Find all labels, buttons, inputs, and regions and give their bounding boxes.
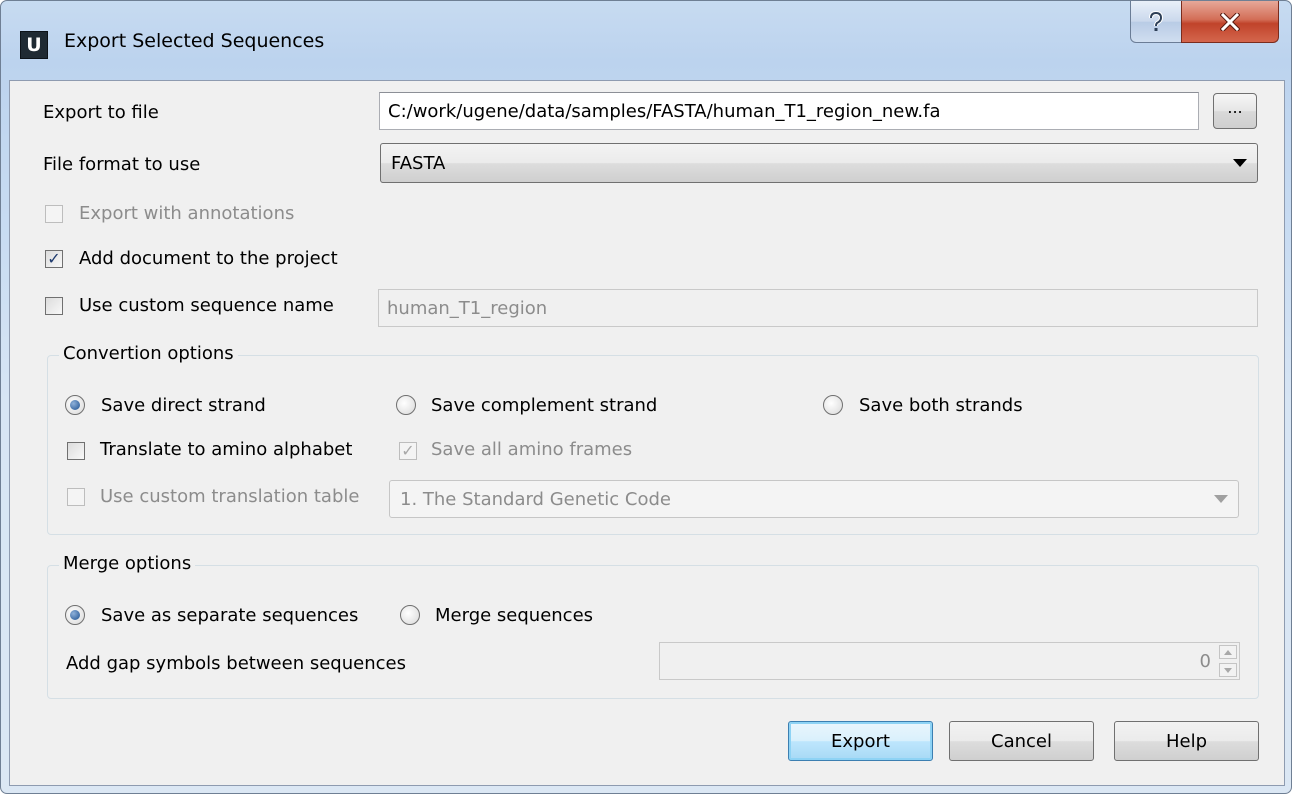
file-format-select[interactable]: FASTA [380, 143, 1258, 183]
export-button-label: Export [831, 730, 890, 752]
browse-file-button[interactable]: ... [1213, 93, 1257, 129]
export-to-file-label: Export to file [43, 102, 159, 123]
dialog-body: Export to file C:/work/ugene/data/sample… [9, 80, 1285, 786]
merge-sequences-label: Merge sequences [435, 605, 594, 626]
separate-sequences-radio[interactable] [65, 605, 85, 625]
custom-translation-table-label: Use custom translation table [100, 486, 360, 507]
translation-table-select[interactable]: 1. The Standard Genetic Code [389, 480, 1239, 518]
complement-strand-label: Save complement strand [431, 395, 658, 416]
custom-name-input[interactable]: human_T1_region [378, 289, 1258, 327]
gap-symbols-spinbox[interactable]: 0 [659, 642, 1240, 680]
radio-selected-dot [70, 610, 80, 620]
close-x-icon [1220, 12, 1240, 31]
add-to-project-checkbox[interactable]: ✓ [45, 250, 63, 268]
all-amino-frames-checkbox[interactable]: ✓ [399, 442, 417, 460]
add-to-project-label: Add document to the project [79, 248, 338, 269]
help-button[interactable]: Help [1114, 721, 1259, 761]
export-annotations-label: Export with annotations [79, 203, 295, 224]
question-mark-icon [1149, 10, 1164, 31]
title-help-button[interactable] [1130, 1, 1182, 43]
help-button-label: Help [1165, 730, 1208, 752]
title-close-button[interactable] [1181, 1, 1279, 43]
export-file-path-input[interactable]: C:/work/ugene/data/samples/FASTA/human_T… [379, 92, 1199, 130]
window-title: Export Selected Sequences [64, 30, 325, 52]
merge-options-title: Merge options [59, 553, 196, 574]
chevron-down-icon [1233, 159, 1247, 167]
both-strands-label: Save both strands [859, 395, 1023, 416]
radio-selected-dot [70, 400, 80, 410]
export-dialog-window: U Export Selected Sequences Export to fi… [0, 0, 1292, 794]
spin-down-arrow-icon[interactable] [1219, 663, 1237, 677]
custom-translation-table-checkbox[interactable] [67, 488, 85, 506]
gap-symbols-label: Add gap symbols between sequences [66, 653, 406, 674]
both-strands-radio[interactable] [823, 395, 843, 415]
export-annotations-checkbox[interactable] [45, 205, 63, 223]
export-button[interactable]: Export [788, 721, 933, 761]
title-bar[interactable]: U Export Selected Sequences [1, 1, 1291, 79]
checkmark-icon: ✓ [401, 441, 415, 460]
custom-name-checkbox[interactable] [45, 297, 63, 315]
direct-strand-label: Save direct strand [101, 395, 266, 416]
translation-table-selected-value: 1. The Standard Genetic Code [400, 488, 671, 510]
cancel-button[interactable]: Cancel [949, 721, 1094, 761]
spin-up-arrow-icon[interactable] [1219, 645, 1237, 659]
direct-strand-radio[interactable] [65, 395, 85, 415]
all-amino-frames-label: Save all amino frames [431, 439, 633, 460]
ugene-app-icon: U [20, 31, 48, 59]
merge-sequences-radio[interactable] [400, 605, 420, 625]
file-format-label: File format to use [43, 154, 201, 175]
translate-amino-label: Translate to amino alphabet [100, 439, 353, 460]
complement-strand-radio[interactable] [396, 395, 416, 415]
checkmark-icon: ✓ [47, 249, 61, 268]
conversion-options-title: Convertion options [59, 343, 238, 364]
cancel-button-label: Cancel [991, 730, 1052, 752]
translate-amino-checkbox[interactable] [67, 442, 85, 460]
file-format-selected-value: FASTA [391, 152, 446, 174]
chevron-down-icon [1214, 495, 1228, 503]
separate-sequences-label: Save as separate sequences [101, 605, 359, 626]
gap-symbols-value: 0 [1199, 650, 1211, 672]
custom-name-label: Use custom sequence name [79, 295, 334, 316]
